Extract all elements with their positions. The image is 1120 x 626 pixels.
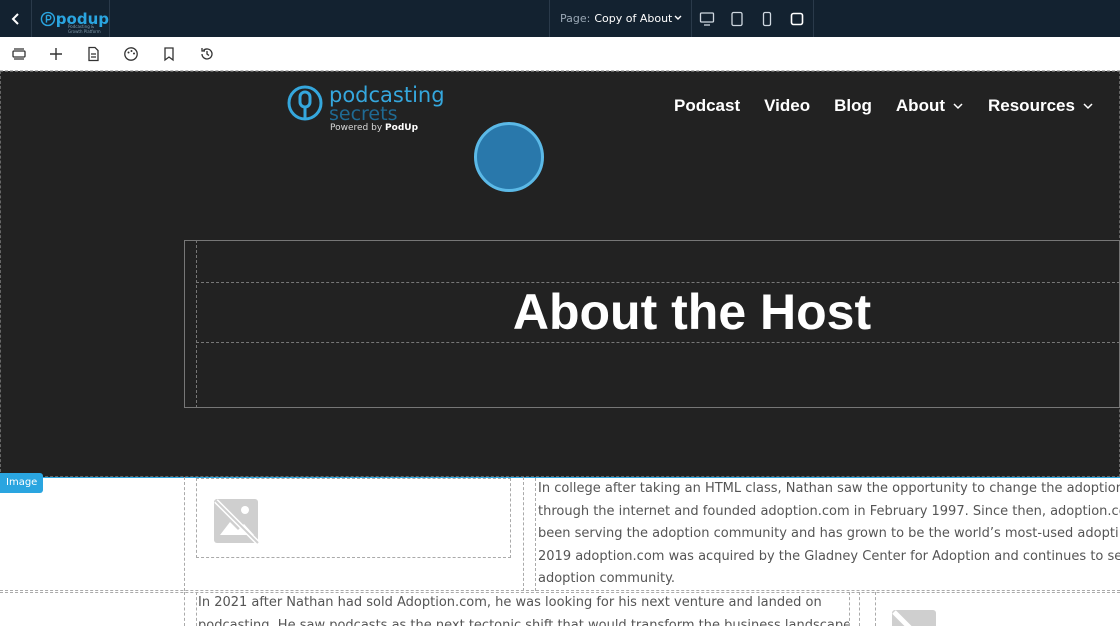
page-icon: [88, 46, 99, 62]
history-icon: [201, 48, 213, 60]
about-paragraph-1[interactable]: In college after taking an HTML class, N…: [535, 478, 1120, 591]
nav-item-video[interactable]: Video: [764, 96, 810, 116]
nav-label: Podcast: [674, 96, 741, 115]
nav-label: About: [895, 96, 945, 115]
editor-topbar: podup Podcasting & Growth Platform Page:…: [0, 0, 1120, 37]
nav-item-podcast[interactable]: Podcast: [674, 96, 740, 116]
selected-element-tag: Image: [0, 473, 44, 493]
nav-item-about[interactable]: About: [896, 96, 964, 116]
cursor-highlight: [474, 122, 544, 192]
nav-label: Blog: [834, 96, 872, 115]
page-canvas[interactable]: podcasting secrets Powered by PodUp Podc…: [0, 71, 1120, 626]
palette-icon: [124, 47, 138, 61]
page-selector-value: Copy of About: [594, 12, 673, 25]
chevron-down-icon: [674, 15, 682, 20]
chevron-left-icon: [11, 12, 19, 25]
pages-button[interactable]: [82, 44, 104, 64]
fullscreen-icon: [790, 12, 804, 25]
fullscreen-view-button[interactable]: [782, 0, 812, 37]
podup-logo-icon: [40, 11, 56, 26]
desktop-view-button[interactable]: [692, 0, 722, 37]
bookmark-icon: [164, 47, 174, 62]
chevron-down-icon: [1083, 103, 1093, 110]
nav-label: Resources: [988, 96, 1075, 115]
back-button[interactable]: [0, 0, 32, 37]
paragraph-line: In 2021 after Nathan had sold Adoption.c…: [198, 595, 822, 610]
add-icon: [50, 48, 62, 60]
tablet-icon: [731, 11, 743, 26]
logo-powered-label: Powered by: [330, 123, 383, 133]
page-title[interactable]: About the Host: [196, 281, 1120, 343]
mobile-icon: [762, 11, 772, 26]
brand-tagline: Podcasting & Growth Platform: [68, 24, 101, 34]
device-switcher: [692, 0, 814, 37]
page-selector[interactable]: Page: Copy of About: [549, 0, 692, 37]
layers-icon: [12, 48, 26, 60]
chevron-down-icon: [953, 103, 963, 110]
mobile-view-button[interactable]: [752, 0, 782, 37]
about-paragraph-2[interactable]: In 2021 after Nathan had sold Adoption.c…: [196, 592, 850, 626]
saved-sections-button[interactable]: [158, 44, 180, 64]
layers-button[interactable]: [8, 44, 30, 64]
desktop-icon: [699, 11, 715, 26]
broken-image-icon: [892, 610, 936, 626]
page-selector-label: Page:: [560, 12, 591, 25]
paragraph-line: adoption community.: [538, 571, 676, 587]
microphone-logo-icon: [287, 85, 323, 121]
logo-text-secrets: secrets: [329, 103, 398, 125]
tablet-view-button[interactable]: [722, 0, 752, 37]
logo-powered-by: Powered by PodUp: [330, 123, 418, 133]
theme-button[interactable]: [120, 44, 142, 64]
logo-podup-label: PodUp: [385, 123, 419, 133]
nav-label: Video: [764, 96, 811, 115]
nav-item-blog[interactable]: Blog: [834, 96, 872, 116]
nav-item-resources[interactable]: Resources: [988, 96, 1094, 116]
history-button[interactable]: [196, 44, 218, 64]
paragraph-line: through the internet and founded adoptio…: [538, 503, 1120, 519]
site-nav: Podcast Video Blog About Resources: [674, 96, 1118, 116]
broken-image-icon: [214, 499, 260, 545]
add-element-button[interactable]: [45, 44, 67, 64]
brand-logo[interactable]: podup Podcasting & Growth Platform: [32, 0, 110, 37]
paragraph-line: been serving the adoption community and …: [538, 526, 1119, 542]
paragraph-line: podcasting. He saw podcasts as the next …: [198, 617, 850, 626]
site-logo[interactable]: podcasting secrets Powered by PodUp: [286, 79, 456, 135]
paragraph-line: 2019 adoption.com was acquired by the Gl…: [538, 548, 1120, 564]
editor-toolbar: [0, 37, 1120, 71]
paragraph-line: In college after taking an HTML class, N…: [538, 481, 1120, 496]
